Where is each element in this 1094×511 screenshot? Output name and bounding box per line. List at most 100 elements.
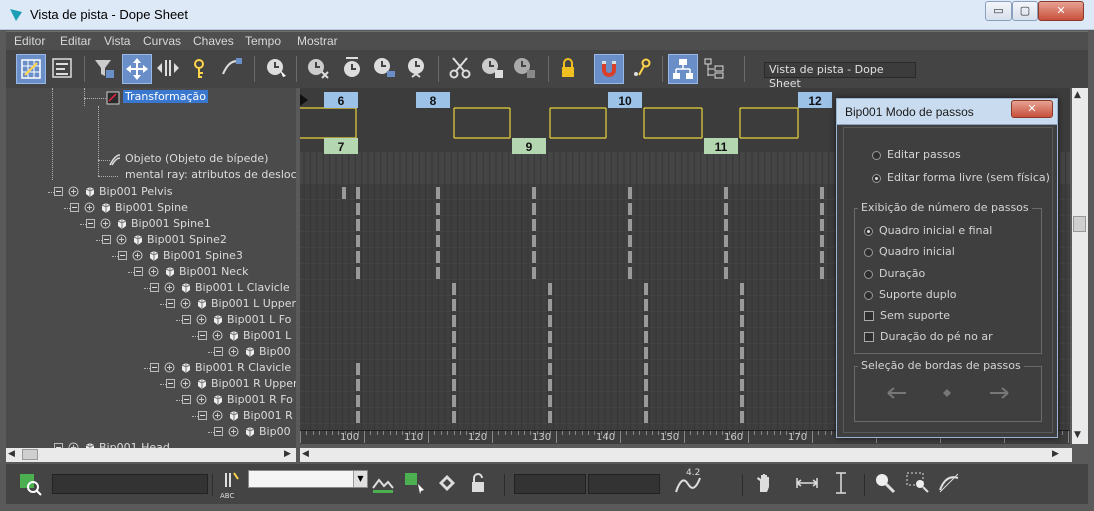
dialog-close-button[interactable]: ✕ — [1011, 100, 1053, 118]
search-name-field[interactable] — [52, 474, 208, 494]
collapse-toggle-icon[interactable] — [134, 267, 143, 276]
add-keys-icon[interactable] — [186, 54, 216, 84]
expand-controller-icon[interactable] — [180, 378, 191, 389]
zoom-selected-icon[interactable] — [16, 470, 44, 498]
expand-controller-icon[interactable] — [196, 314, 207, 325]
reverse-time-icon[interactable] — [338, 54, 368, 84]
lock-icon[interactable] — [554, 54, 584, 84]
collapse-toggle-icon[interactable] — [150, 363, 159, 372]
menu-editor[interactable]: Editor — [14, 34, 45, 48]
menu-mostrar[interactable]: Mostrar — [297, 34, 338, 48]
scroll-down-icon[interactable]: ▼ — [1074, 430, 1081, 440]
frame-field[interactable] — [514, 474, 586, 494]
arrow-left-icon[interactable] — [886, 386, 908, 400]
arrow-right-icon[interactable] — [988, 386, 1010, 400]
cut-icon[interactable] — [446, 54, 476, 84]
scale-keys-icon[interactable] — [218, 54, 248, 84]
collapse-toggle-icon[interactable] — [102, 235, 111, 244]
collapse-toggle-icon[interactable] — [86, 219, 95, 228]
select-all-icon[interactable] — [402, 470, 428, 496]
diamond-icon[interactable] — [942, 388, 952, 398]
radio-edit-freeform[interactable]: Editar forma livre (sem física) — [872, 171, 1050, 184]
scroll-thumb[interactable] — [22, 449, 38, 460]
expand-controller-icon[interactable] — [164, 282, 175, 293]
insert-time-icon[interactable] — [370, 54, 400, 84]
chevron-down-icon[interactable]: ▼ — [353, 471, 367, 487]
track-horizontal-scrollbar[interactable]: ◀ ▶ — [300, 448, 1072, 462]
slide-keys-icon[interactable] — [154, 54, 184, 84]
scroll-right-icon[interactable]: ▶ — [284, 449, 291, 459]
hierarchy-icon[interactable] — [668, 54, 698, 84]
delete-time-icon[interactable] — [304, 54, 334, 84]
menu-vista[interactable]: Vista — [104, 34, 130, 48]
key-filter-icon[interactable] — [370, 472, 396, 496]
radio-edit-steps[interactable]: Editar passos — [872, 148, 961, 161]
lock-selection-icon[interactable] — [466, 470, 492, 496]
checkbox-no-support[interactable]: Sem suporte — [864, 309, 950, 322]
zoom-horizontal-icon[interactable] — [794, 470, 820, 496]
minimize-button[interactable]: ▭ — [985, 1, 1012, 21]
scroll-left-icon[interactable]: ◀ — [8, 449, 15, 459]
expand-controller-icon[interactable] — [180, 298, 191, 309]
add-tracks-icon[interactable] — [434, 470, 460, 496]
rename-icon[interactable] — [220, 470, 242, 492]
expand-controller-icon[interactable] — [164, 362, 175, 373]
menu-curvas[interactable]: Curvas — [143, 34, 181, 48]
vertical-scrollbar[interactable]: ▲ ▼ — [1072, 88, 1088, 444]
radio-duration[interactable]: Duração — [864, 267, 925, 280]
track-view-name-field[interactable]: Vista de pista - Dope Sheet — [764, 62, 916, 90]
collapse-toggle-icon[interactable] — [166, 379, 175, 388]
show-keyable-icon[interactable] — [628, 54, 658, 84]
collapse-toggle-icon[interactable] — [214, 427, 223, 436]
radio-double-support[interactable]: Suporte duplo — [864, 288, 957, 301]
expand-controller-icon[interactable] — [84, 202, 95, 213]
menu-editar[interactable]: Editar — [60, 34, 91, 48]
paste-icon[interactable] — [510, 54, 540, 84]
tree-horizontal-scrollbar[interactable]: ◀ ▶ — [6, 448, 296, 462]
collapse-toggle-icon[interactable] — [182, 315, 191, 324]
collapse-toggle-icon[interactable] — [198, 411, 207, 420]
snap-icon[interactable] — [594, 54, 624, 84]
expand-controller-icon[interactable] — [116, 234, 127, 245]
isolate-curve-icon[interactable] — [936, 470, 962, 496]
scroll-up-icon[interactable]: ▲ — [1074, 90, 1081, 100]
expand-controller-icon[interactable] — [100, 218, 111, 229]
scroll-left-icon[interactable]: ◀ — [302, 449, 309, 459]
collapse-toggle-icon[interactable] — [182, 395, 191, 404]
collapse-toggle-icon[interactable] — [166, 299, 175, 308]
copy-icon[interactable] — [478, 54, 508, 84]
select-time-icon[interactable] — [262, 54, 292, 84]
edit-keys-icon[interactable] — [16, 54, 46, 84]
expand-controller-icon[interactable] — [196, 394, 207, 405]
filter-icon[interactable] — [90, 54, 120, 84]
expand-controller-icon[interactable] — [132, 250, 143, 261]
radio-start-end-frame[interactable]: Quadro inicial e final — [864, 224, 992, 237]
expand-controller-icon[interactable] — [212, 410, 223, 421]
scroll-thumb[interactable] — [1073, 216, 1086, 232]
maximize-button[interactable]: ▢ — [1012, 1, 1038, 21]
checkbox-airborne[interactable]: Duração do pé no ar — [864, 330, 993, 343]
collapse-toggle-icon[interactable] — [118, 251, 127, 260]
expand-controller-icon[interactable] — [212, 330, 223, 341]
menu-tempo[interactable]: Tempo — [245, 34, 281, 48]
radio-start-frame[interactable]: Quadro inicial — [864, 245, 955, 258]
scroll-right-icon[interactable]: ▶ — [1052, 449, 1059, 459]
menu-chaves[interactable]: Chaves — [193, 34, 234, 48]
close-button[interactable]: ✕ — [1038, 1, 1084, 21]
expand-controller-icon[interactable] — [228, 346, 239, 357]
scale-time-icon[interactable] — [402, 54, 432, 84]
zoom-icon[interactable] — [872, 470, 898, 496]
move-keys-icon[interactable] — [122, 54, 152, 84]
collapse-toggle-icon[interactable] — [214, 347, 223, 356]
collapse-toggle-icon[interactable] — [150, 283, 159, 292]
zoom-vertical-icon[interactable] — [828, 470, 854, 496]
zoom-region-icon[interactable] — [904, 470, 930, 496]
collapse-toggle-icon[interactable] — [54, 187, 63, 196]
selection-set-dropdown[interactable]: ▼ — [248, 470, 368, 488]
collapse-toggle-icon[interactable] — [70, 203, 79, 212]
edit-ranges-icon[interactable] — [48, 54, 78, 84]
expand-controller-icon[interactable] — [148, 266, 159, 277]
value-field[interactable] — [588, 474, 660, 494]
collapse-toggle-icon[interactable] — [198, 331, 207, 340]
pan-icon[interactable] — [752, 470, 778, 496]
